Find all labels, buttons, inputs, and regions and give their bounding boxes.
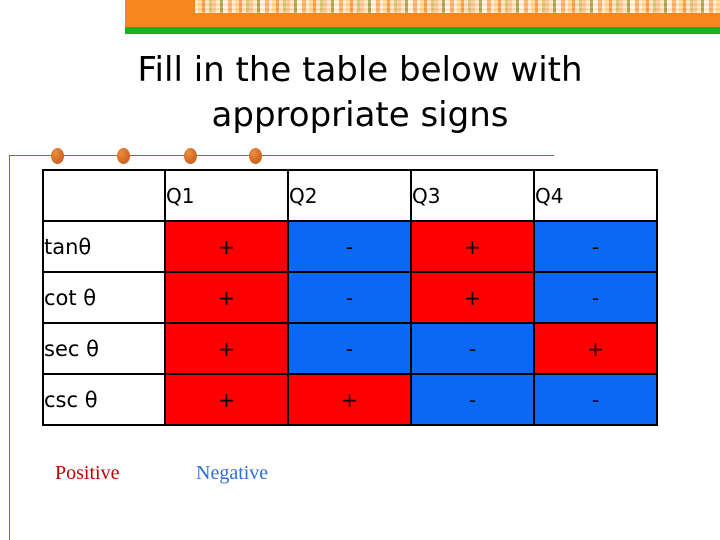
- sign-cell[interactable]: +: [410, 220, 535, 273]
- sign-cell[interactable]: +: [164, 373, 289, 426]
- sign-cell[interactable]: -: [287, 322, 412, 375]
- header-green-bar: [125, 27, 720, 34]
- sign-cell[interactable]: +: [410, 271, 535, 324]
- table-body: tanθ + - + - cot θ + - + - sec θ + - - + csc θ + + - -: [42, 220, 658, 426]
- bullet-dot-2: [117, 148, 130, 164]
- signs-table-container: Q1 Q2 Q3 Q4 tanθ + - + - cot θ + - + - sec θ + - - + cs…: [42, 169, 658, 426]
- row-label: csc θ: [42, 373, 166, 426]
- column-header-q2: Q2: [287, 169, 412, 222]
- row-label: sec θ: [42, 322, 166, 375]
- table-row: sec θ + - - +: [42, 322, 658, 375]
- signs-table: Q1 Q2 Q3 Q4 tanθ + - + - cot θ + - + - sec θ + - - + cs…: [42, 169, 658, 426]
- sign-cell[interactable]: -: [533, 373, 658, 426]
- sign-cell[interactable]: -: [533, 220, 658, 273]
- sign-cell[interactable]: -: [410, 322, 535, 375]
- banner-photo-strip: [195, 0, 720, 13]
- bullet-dot-1: [51, 148, 64, 164]
- slide-canvas: Fill in the table below with appropriate…: [0, 0, 720, 540]
- decorative-vertical-rule: [9, 155, 10, 540]
- sign-cell[interactable]: +: [164, 271, 289, 324]
- sign-cell[interactable]: -: [287, 271, 412, 324]
- legend-negative: Negative: [196, 462, 269, 484]
- header-banner: [125, 0, 720, 27]
- page-title: Fill in the table below with appropriate…: [137, 50, 583, 135]
- sign-cell[interactable]: -: [533, 271, 658, 324]
- table-header-row: Q1 Q2 Q3 Q4: [42, 169, 658, 222]
- table-row: tanθ + - + -: [42, 220, 658, 273]
- sign-cell[interactable]: +: [164, 220, 289, 273]
- sign-cell[interactable]: -: [410, 373, 535, 426]
- column-header-q4: Q4: [533, 169, 658, 222]
- sign-cell[interactable]: +: [533, 322, 658, 375]
- table-row: csc θ + + - -: [42, 373, 658, 426]
- sign-cell[interactable]: +: [287, 373, 412, 426]
- sign-cell[interactable]: +: [164, 322, 289, 375]
- row-label: tanθ: [42, 220, 166, 273]
- sign-cell[interactable]: -: [287, 220, 412, 273]
- bullet-dot-4: [249, 148, 262, 164]
- column-header-q3: Q3: [410, 169, 535, 222]
- bullet-dot-3: [184, 148, 197, 164]
- decorative-horizontal-rule: [9, 155, 554, 156]
- row-label: cot θ: [42, 271, 166, 324]
- table-corner-header: [42, 169, 166, 222]
- column-header-q1: Q1: [164, 169, 289, 222]
- table-row: cot θ + - + -: [42, 271, 658, 324]
- legend-positive: Positive: [55, 462, 120, 484]
